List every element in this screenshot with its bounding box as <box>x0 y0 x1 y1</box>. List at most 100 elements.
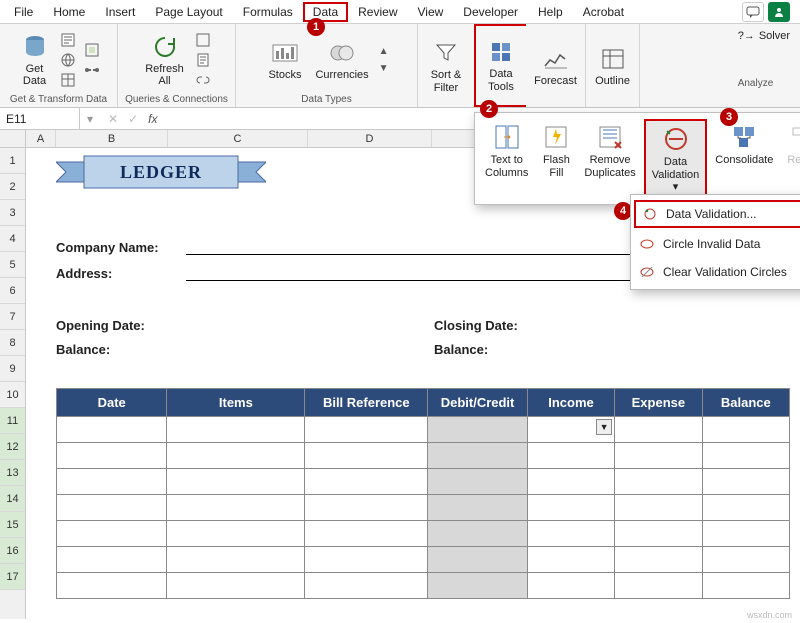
row-9[interactable]: 9 <box>0 356 25 382</box>
cell[interactable] <box>305 469 428 495</box>
cell[interactable] <box>527 573 614 599</box>
cell[interactable] <box>615 417 702 443</box>
remove-duplicates-button[interactable]: Remove Duplicates <box>578 119 641 183</box>
row-8[interactable]: 8 <box>0 330 25 356</box>
recent-sources-icon[interactable] <box>83 41 101 59</box>
from-table-icon[interactable] <box>59 71 77 89</box>
cell[interactable] <box>615 547 702 573</box>
col-B[interactable]: B <box>56 130 168 147</box>
cell[interactable] <box>527 469 614 495</box>
cell[interactable] <box>305 547 428 573</box>
col-D[interactable]: D <box>308 130 432 147</box>
forecast-button[interactable]: Forecast <box>530 43 581 89</box>
get-data-button[interactable]: Get Data <box>17 31 53 89</box>
cell[interactable] <box>615 495 702 521</box>
share-button[interactable] <box>768 2 790 22</box>
menu-help[interactable]: Help <box>528 2 573 22</box>
cell[interactable] <box>702 417 789 443</box>
row-4[interactable]: 4 <box>0 226 25 252</box>
cell[interactable] <box>527 521 614 547</box>
name-box[interactable]: E11 <box>0 108 80 129</box>
select-all-cell[interactable] <box>0 130 26 147</box>
cell[interactable] <box>527 495 614 521</box>
stocks-button[interactable]: Stocks <box>264 37 305 83</box>
cell[interactable] <box>428 443 528 469</box>
cell[interactable] <box>615 443 702 469</box>
col-A[interactable]: A <box>26 130 56 147</box>
row-16[interactable]: 16 <box>0 538 25 564</box>
currencies-button[interactable]: Currencies <box>311 37 372 83</box>
fx-label[interactable]: fx <box>148 112 157 126</box>
cell[interactable] <box>305 443 428 469</box>
cell[interactable] <box>305 573 428 599</box>
edit-links-icon[interactable] <box>194 71 212 89</box>
row-14[interactable]: 14 <box>0 486 25 512</box>
cell[interactable] <box>428 495 528 521</box>
outline-button[interactable]: Outline <box>591 43 634 89</box>
menu-developer[interactable]: Developer <box>453 2 528 22</box>
menu-view[interactable]: View <box>408 2 454 22</box>
cell[interactable] <box>305 417 428 443</box>
submenu-data-validation[interactable]: Data Validation... <box>634 200 800 228</box>
menu-formulas[interactable]: Formulas <box>233 2 303 22</box>
menu-review[interactable]: Review <box>348 2 407 22</box>
cell[interactable] <box>428 521 528 547</box>
menu-file[interactable]: File <box>4 2 43 22</box>
cell[interactable] <box>428 469 528 495</box>
comments-button[interactable] <box>742 2 764 22</box>
from-text-icon[interactable] <box>59 31 77 49</box>
cell[interactable] <box>428 573 528 599</box>
existing-conn-icon[interactable] <box>83 61 101 79</box>
cell[interactable] <box>702 547 789 573</box>
row-12[interactable]: 12 <box>0 434 25 460</box>
dropdown-arrow-icon[interactable]: ▼ <box>596 419 612 435</box>
cell[interactable] <box>167 443 305 469</box>
cell[interactable] <box>167 417 305 443</box>
cell[interactable] <box>527 443 614 469</box>
row-17[interactable]: 17 <box>0 564 25 590</box>
row-11[interactable]: 11 <box>0 408 25 434</box>
sort-filter-button[interactable]: Sort & Filter <box>427 37 466 95</box>
cell[interactable] <box>702 521 789 547</box>
cell[interactable] <box>57 443 167 469</box>
row-7[interactable]: 7 <box>0 304 25 330</box>
data-validation-button[interactable]: Data Validation ▾ <box>644 119 708 200</box>
properties-icon[interactable] <box>194 51 212 69</box>
cell[interactable] <box>702 495 789 521</box>
cell[interactable] <box>527 547 614 573</box>
from-web-icon[interactable] <box>59 51 77 69</box>
cell[interactable]: ▼ <box>527 417 614 443</box>
cell[interactable] <box>615 469 702 495</box>
cell[interactable] <box>615 573 702 599</box>
row-1[interactable]: 1 <box>0 148 25 174</box>
cell[interactable] <box>702 469 789 495</box>
cell[interactable] <box>57 547 167 573</box>
cell[interactable] <box>167 547 305 573</box>
submenu-clear-circles[interactable]: Clear Validation Circles <box>631 258 800 286</box>
cell[interactable] <box>428 417 528 443</box>
cell[interactable] <box>57 469 167 495</box>
cell[interactable] <box>305 521 428 547</box>
row-6[interactable]: 6 <box>0 278 25 304</box>
menu-home[interactable]: Home <box>43 2 95 22</box>
cell[interactable] <box>167 521 305 547</box>
name-box-dropdown-icon[interactable]: ▾ <box>80 112 100 126</box>
col-C[interactable]: C <box>168 130 308 147</box>
cancel-icon[interactable]: ✕ <box>108 112 118 126</box>
cell[interactable] <box>305 495 428 521</box>
cell[interactable] <box>57 495 167 521</box>
submenu-circle-invalid[interactable]: Circle Invalid Data <box>631 230 800 258</box>
cell[interactable] <box>57 417 167 443</box>
menu-page-layout[interactable]: Page Layout <box>145 2 232 22</box>
consolidate-button[interactable]: Consolidate <box>709 119 779 171</box>
cell[interactable] <box>57 521 167 547</box>
row-5[interactable]: 5 <box>0 252 25 278</box>
cell[interactable] <box>702 443 789 469</box>
enter-icon[interactable]: ✓ <box>128 112 138 126</box>
cell[interactable] <box>167 469 305 495</box>
text-to-columns-button[interactable]: Text to Columns <box>479 119 534 183</box>
row-10[interactable]: 10 <box>0 382 25 408</box>
data-tools-button[interactable]: Data Tools <box>483 36 519 94</box>
solver-button[interactable]: ?→ Solver <box>738 30 790 42</box>
menu-acrobat[interactable]: Acrobat <box>573 2 634 22</box>
